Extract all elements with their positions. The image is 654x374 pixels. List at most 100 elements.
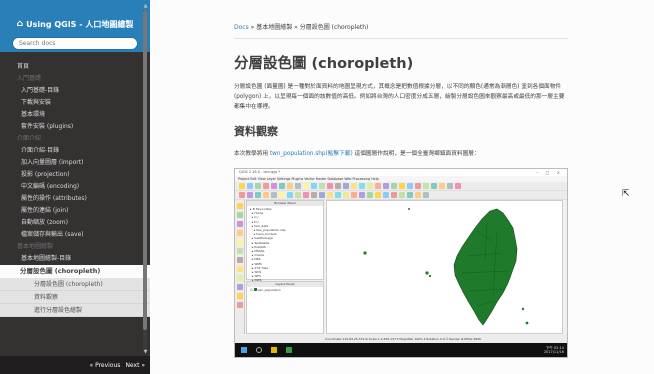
divider bbox=[234, 38, 568, 39]
sidebar-caption: 介面介紹 bbox=[17, 135, 42, 142]
qgis-toolbar-2 bbox=[235, 191, 567, 200]
mouse-cursor-icon: ⇱ bbox=[622, 189, 630, 199]
toolbar-tool-icon bbox=[335, 183, 341, 189]
qgis-taskbar-icon bbox=[286, 347, 292, 353]
breadcrumb-trail: » 基本地圖繪製 » 分層設色圖 (choropleth) bbox=[248, 24, 369, 31]
add-layer-tool-icon bbox=[237, 248, 243, 254]
toolbar-tool-icon bbox=[319, 192, 325, 198]
add-layer-tool-icon bbox=[237, 230, 243, 236]
taskbar-clock: 下午 02:14 2017/11/16 bbox=[544, 346, 564, 354]
toolbar-tool-icon bbox=[407, 183, 413, 189]
sidebar-item[interactable]: 自動縮放 (zoom) bbox=[0, 217, 150, 229]
toolbar-tool-icon bbox=[255, 192, 261, 198]
sidebar-item[interactable]: 入門基礎-目錄 bbox=[0, 85, 150, 97]
toolbar-tool-icon bbox=[327, 183, 333, 189]
green-island bbox=[521, 307, 525, 311]
sidebar-item[interactable]: 基本環境 bbox=[0, 109, 150, 121]
toolbar-tool-icon bbox=[351, 183, 357, 189]
add-layer-tool-icon bbox=[237, 212, 243, 218]
sidebar-nav: 首頁入門基礎入門基礎-目錄 下載與安裝 基本環境 套件安裝 (plugins) 介面介紹… bbox=[0, 52, 150, 317]
toolbar-tool-icon bbox=[319, 183, 325, 189]
sidebar-item[interactable]: 中文編碼 (encoding) bbox=[0, 181, 150, 193]
sidebar-item[interactable]: 下載與安裝 bbox=[0, 97, 150, 109]
toolbar-tool-icon bbox=[367, 192, 373, 198]
toolbar-tool-icon bbox=[383, 192, 389, 198]
sidebar-scrollbar[interactable] bbox=[143, 10, 147, 350]
matsu-island bbox=[408, 208, 410, 210]
previous-link[interactable]: « Previous bbox=[90, 362, 121, 369]
add-layer-tool-icon bbox=[237, 221, 243, 227]
toolbar-tool-icon bbox=[263, 192, 269, 198]
sidebar-item[interactable]: 加入向量圖層 (import) bbox=[0, 157, 150, 169]
add-layer-tool-icon bbox=[237, 203, 243, 209]
toolbar-tool-icon bbox=[295, 192, 301, 198]
toolbar-tool-icon bbox=[447, 183, 453, 189]
windows-taskbar: 下午 02:14 2017/11/16 bbox=[235, 343, 567, 357]
penghu-islands bbox=[425, 271, 429, 275]
add-layer-tool-icon bbox=[237, 275, 243, 281]
add-layer-tool-icon bbox=[237, 302, 243, 308]
explorer-icon bbox=[271, 347, 277, 353]
taiwan-map bbox=[363, 208, 529, 326]
breadcrumb-docs-link[interactable]: Docs bbox=[234, 24, 249, 31]
sidebar-item[interactable]: 分層設色圖 (choropleth) bbox=[0, 278, 150, 291]
toolbar-tool-icon bbox=[431, 183, 437, 189]
qgis-window-title: QGIS 2.18.0 - twn.qgs * bbox=[239, 170, 281, 174]
sidebar-item[interactable]: 基本地圖繪製-目錄 bbox=[0, 253, 150, 265]
qgis-statusbar: Coordinate 119.84,25.379 ⊕ Scale 1:2,455… bbox=[235, 335, 567, 343]
scroll-down-icon[interactable]: ▼ bbox=[143, 349, 148, 355]
browser-tree: ▸ ★ Favourites ▸ Home ▸ C:/ ▸ D:/ ▸ twn_… bbox=[247, 206, 323, 288]
toolbar-tool-icon bbox=[311, 192, 317, 198]
add-layer-tool-icon bbox=[237, 293, 243, 299]
toolbar-tool-icon bbox=[239, 192, 245, 198]
qgis-browser-panel: Browser Panel ▸ ★ Favourites ▸ Home ▸ C:… bbox=[246, 200, 324, 287]
sidebar-header: ⌂ Using QGIS - 人口地圖繪製 bbox=[0, 0, 150, 52]
taiwan-island bbox=[453, 208, 518, 326]
next-link[interactable]: Next » bbox=[125, 362, 145, 369]
clock-date: 2017/11/16 bbox=[543, 350, 564, 354]
layer-name: twn_population bbox=[257, 288, 281, 292]
scrollbar-thumb[interactable] bbox=[143, 10, 147, 330]
sidebar-item[interactable]: 檔案儲存與輸出 (save) bbox=[0, 229, 150, 241]
sidebar-caption: 入門基礎 bbox=[17, 75, 42, 82]
taskbar-search-icon bbox=[256, 347, 262, 353]
main-content: Docs » 基本地圖繪製 » 分層設色圖 (choropleth) 分層設色圖… bbox=[150, 0, 654, 374]
qgis-map-canvas bbox=[326, 200, 563, 334]
toolbar-tool-icon bbox=[271, 183, 277, 189]
toolbar-tool-icon bbox=[415, 192, 421, 198]
toolbar-tool-icon bbox=[279, 183, 285, 189]
qgis-titlebar: QGIS 2.18.0 - twn.qgs * – □ × bbox=[235, 169, 567, 176]
sidebar: ⌂ Using QGIS - 人口地圖繪製 首頁入門基礎入門基礎-目錄下載與安裝… bbox=[0, 0, 150, 374]
toolbar-tool-icon bbox=[415, 183, 421, 189]
toolbar-tool-icon bbox=[255, 183, 261, 189]
toolbar-tool-icon bbox=[391, 183, 397, 189]
sidebar-item[interactable]: 屬性的操作 (attributes) bbox=[0, 193, 150, 205]
sidebar-caption: 基本地圖繪製 bbox=[17, 243, 54, 250]
toolbar-tool-icon bbox=[351, 192, 357, 198]
page-title: 分層設色圖 (choropleth) bbox=[234, 56, 414, 72]
qgis-toolbar bbox=[235, 182, 567, 191]
qgis-layers-panel: Layers Panel ☑ twn_population bbox=[246, 281, 324, 334]
toolbar-tool-icon bbox=[375, 183, 381, 189]
sidebar-item[interactable]: 套件安裝 (plugins) bbox=[0, 121, 150, 133]
brand-title: Using QGIS - 人口地圖繪製 bbox=[26, 19, 134, 29]
download-link[interactable]: twn_population.shp(點擊下載) bbox=[270, 151, 353, 157]
sidebar-item[interactable]: 進行分層設色繪製 bbox=[0, 304, 150, 317]
search-input[interactable] bbox=[12, 37, 138, 50]
sidebar-item[interactable]: 屬性的連結 (join) bbox=[0, 205, 150, 217]
add-layer-tool-icon bbox=[237, 257, 243, 263]
qgis-screenshot-image: QGIS 2.18.0 - twn.qgs * – □ × Project Edi… bbox=[234, 168, 568, 358]
layer-item: ☑ twn_population bbox=[250, 288, 281, 292]
sidebar-item[interactable]: 分層設色圖 (choropleth) bbox=[0, 265, 150, 278]
windows-start-icon bbox=[241, 347, 247, 353]
sidebar-item[interactable]: 介面介紹-目錄 bbox=[0, 145, 150, 157]
qgis-layer-toolbar bbox=[235, 200, 245, 334]
toolbar-tool-icon bbox=[335, 192, 341, 198]
toolbar-tool-icon bbox=[287, 183, 293, 189]
toolbar-tool-icon bbox=[287, 192, 293, 198]
sidebar-item[interactable]: 首頁 bbox=[0, 61, 150, 73]
sidebar-item[interactable]: 投影 (projection) bbox=[0, 169, 150, 181]
home-link[interactable]: ⌂ Using QGIS - 人口地圖繪製 bbox=[17, 19, 134, 30]
scroll-up-icon[interactable]: ▲ bbox=[143, 3, 148, 9]
sidebar-item[interactable]: 資料觀察 bbox=[0, 291, 150, 304]
